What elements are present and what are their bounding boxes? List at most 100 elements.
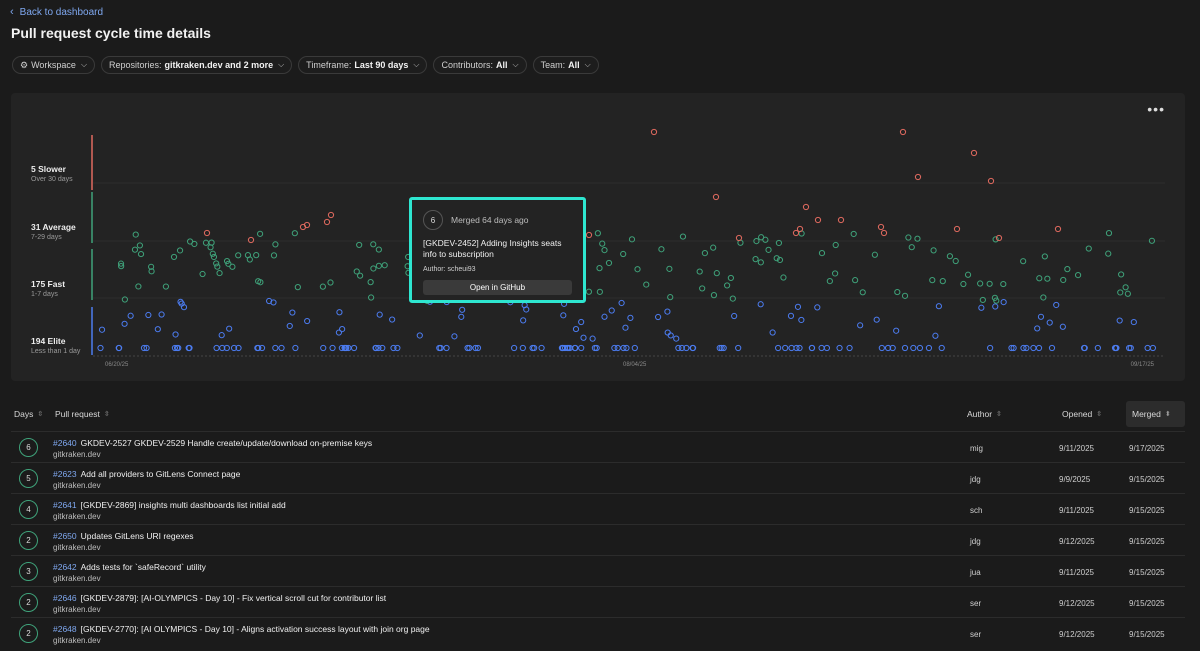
- band-count: 5 Slower: [31, 164, 66, 174]
- data-point: [727, 274, 734, 282]
- data-point: [899, 128, 907, 136]
- data-point: [946, 253, 954, 260]
- data-point: [765, 246, 772, 253]
- data-point: [458, 313, 465, 320]
- sort-icon: ⇳: [996, 411, 1002, 418]
- data-point: [370, 265, 377, 272]
- pr-number-link[interactable]: #2642: [53, 562, 77, 572]
- table-row[interactable]: 6 #2640 GKDEV-2527 GKDEV-2529 Handle crea…: [11, 431, 1185, 462]
- merged-ago: Merged 64 days ago: [451, 215, 529, 225]
- data-point: [1054, 225, 1062, 233]
- merged-cell: 9/15/2025: [1129, 537, 1165, 546]
- pr-table-body: 6 #2640 GKDEV-2527 GKDEV-2529 Handle crea…: [11, 431, 1185, 648]
- timeframe-filter[interactable]: Timeframe: Last 90 days ⌵: [298, 56, 428, 74]
- data-point: [599, 240, 606, 247]
- opened-cell: 9/11/2025: [1059, 444, 1094, 453]
- data-point: [459, 306, 466, 313]
- data-point: [859, 289, 866, 296]
- data-point: [611, 344, 618, 352]
- page-title: Pull request cycle time details: [11, 25, 211, 41]
- filter-value: gitkraken.dev and 2 more: [164, 60, 274, 70]
- table-row[interactable]: 2 #2648 [GKDEV-2770]: [AI OLYMPICS - Day …: [11, 617, 1185, 648]
- band-label-average: 31 Average 7-29 days: [31, 222, 151, 241]
- back-to-dashboard-link[interactable]: ‹ Back to dashboard: [10, 6, 103, 18]
- data-point: [145, 311, 152, 319]
- data-point: [880, 229, 888, 237]
- chevron-down-icon: ⌵: [512, 60, 519, 69]
- table-row[interactable]: 2 #2646 [GKDEV-2879]: [AI-OLYMPICS - Day …: [11, 586, 1185, 617]
- pr-number-link[interactable]: #2650: [53, 531, 77, 541]
- data-point: [247, 236, 255, 244]
- opened-cell: 9/12/2025: [1059, 599, 1095, 608]
- data-point: [235, 252, 242, 259]
- data-point: [960, 280, 967, 288]
- days-badge: 5: [19, 469, 38, 488]
- pr-author: Author: scheui93: [423, 266, 476, 273]
- data-point: [794, 303, 802, 310]
- data-point: [214, 263, 221, 270]
- band-label-fast: 175 Fast 1-7 days: [31, 279, 151, 298]
- data-point: [935, 303, 942, 310]
- data-point: [520, 317, 527, 324]
- contributors-filter[interactable]: Contributors: All ⌵: [433, 56, 527, 74]
- data-point: [370, 241, 377, 248]
- data-point: [752, 256, 759, 263]
- data-point: [713, 270, 720, 277]
- pr-number-link[interactable]: #2640: [53, 438, 77, 448]
- data-point: [1041, 253, 1048, 260]
- data-point: [216, 269, 223, 277]
- open-in-github-button[interactable]: Open in GitHub: [423, 280, 572, 295]
- table-row[interactable]: 4 #2641 [GKDEV-2869] insights multi dashb…: [11, 493, 1185, 524]
- pr-title: [GKDEV-2452] Adding Insights seats info …: [423, 238, 562, 259]
- repo-name: gitkraken.dev: [53, 450, 101, 459]
- data-point: [572, 325, 580, 333]
- data-point: [272, 344, 279, 352]
- column-pull-request[interactable]: Pull request ⇳: [55, 401, 110, 427]
- sort-icon: ⇳: [103, 411, 110, 418]
- column-label: Days: [14, 409, 34, 419]
- data-point: [253, 252, 260, 259]
- data-point: [327, 279, 334, 286]
- data-point: [1036, 275, 1043, 282]
- data-point: [578, 318, 585, 326]
- data-point: [1030, 344, 1037, 352]
- data-point: [826, 277, 833, 285]
- days-badge: 2: [19, 531, 38, 550]
- table-row[interactable]: 3 #2642 Adds tests for `safeRecord` utili…: [11, 555, 1185, 586]
- column-opened[interactable]: Opened ⇳: [1062, 401, 1102, 427]
- pr-number-link[interactable]: #2641: [53, 500, 77, 510]
- filter-bar: ⚙ Workspace ⌵ Repositories: gitkraken.de…: [12, 56, 599, 74]
- days-badge: 2: [19, 624, 38, 643]
- pr-number-link[interactable]: #2648: [53, 624, 77, 634]
- column-author[interactable]: Author ⇳: [967, 401, 1002, 427]
- data-point: [908, 244, 915, 251]
- data-point: [1105, 250, 1112, 257]
- column-days[interactable]: Days ⇳: [14, 401, 43, 427]
- more-options-icon[interactable]: •••: [1147, 101, 1165, 117]
- data-point: [327, 211, 335, 219]
- pr-number-link[interactable]: #2623: [53, 469, 77, 479]
- pr-title: Updates GitLens URI regexes: [80, 531, 194, 541]
- back-label: Back to dashboard: [19, 6, 104, 18]
- pr-tooltip: 6 Merged 64 days ago [GKDEV-2452] Adding…: [409, 197, 586, 303]
- repositories-filter[interactable]: Repositories: gitkraken.dev and 2 more ⌵: [101, 56, 293, 74]
- data-point: [831, 270, 839, 277]
- repo-name: gitkraken.dev: [53, 481, 101, 490]
- author-cell: jdg: [970, 537, 981, 546]
- table-row[interactable]: 2 #2650 Updates GitLens URI regexes gitkr…: [11, 524, 1185, 555]
- team-filter[interactable]: Team: All ⌵: [532, 56, 599, 74]
- band-range: 1-7 days: [31, 291, 58, 298]
- data-point: [818, 344, 825, 352]
- table-row[interactable]: 5 #2623 Add all providers to GitLens Conn…: [11, 462, 1185, 493]
- repo-name: gitkraken.dev: [53, 543, 101, 552]
- workspace-filter[interactable]: ⚙ Workspace ⌵: [12, 56, 96, 74]
- data-point: [731, 312, 738, 320]
- column-merged[interactable]: Merged ⬍: [1126, 401, 1185, 427]
- chevron-down-icon: ⌵: [584, 60, 591, 69]
- pr-number-link[interactable]: #2646: [53, 593, 77, 603]
- column-label: Pull request: [55, 409, 100, 419]
- data-point: [634, 266, 641, 273]
- data-point: [137, 250, 145, 258]
- data-point: [894, 288, 901, 296]
- data-point: [925, 344, 933, 352]
